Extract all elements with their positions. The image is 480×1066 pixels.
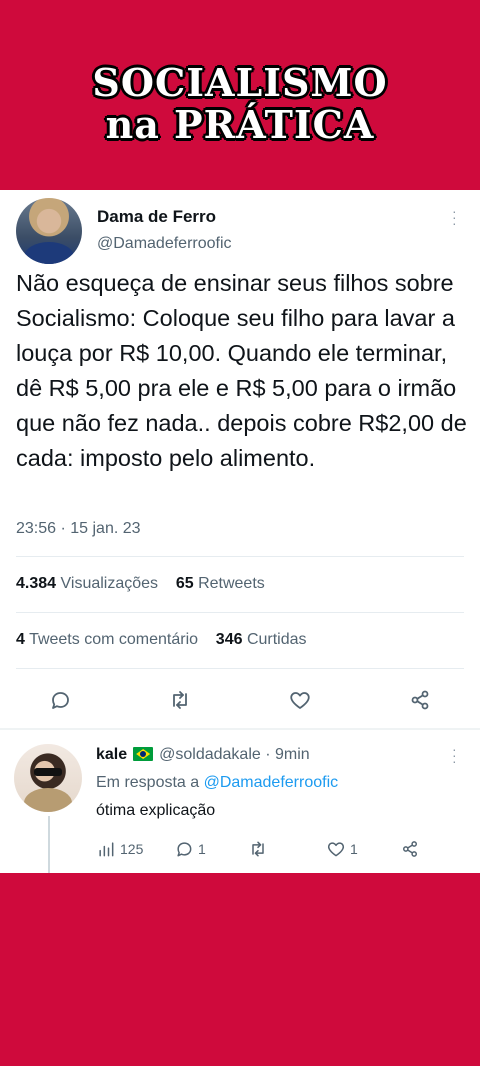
reply-text: ótima explicação (96, 802, 216, 819)
more-icon[interactable]: · · · (452, 204, 457, 230)
reply-more-icon[interactable]: · · · (452, 742, 457, 768)
stats-row-views-retweets: 4.384 Visualizações 65 Retweets (16, 575, 265, 593)
reply-icon (177, 842, 192, 857)
divider (16, 612, 464, 613)
reply-views-button[interactable]: 125 (96, 836, 143, 862)
author-handle[interactable]: @Damadeferroofic (97, 235, 232, 253)
divider (16, 556, 464, 557)
views-count: 4.384 (16, 575, 57, 592)
quotes-label[interactable]: Tweets com comentário (29, 631, 198, 648)
avatar[interactable] (16, 198, 82, 264)
reply-button[interactable] (40, 680, 80, 720)
like-icon (290, 692, 310, 709)
share-icon (411, 690, 429, 710)
tweet-card: Dama de Ferro @Damadeferroofic · · · Não e… (0, 190, 480, 873)
reply-time[interactable]: · 9min (265, 746, 309, 763)
reply-like-button[interactable]: 1 (326, 836, 358, 862)
reply-header: kale @soldadakale · 9min (96, 746, 310, 764)
reply-retweet-button[interactable] (248, 836, 268, 862)
views-icon (99, 842, 114, 857)
reply-author-name[interactable]: kale (96, 746, 127, 763)
likes-label[interactable]: Curtidas (247, 631, 307, 648)
reply-icon (52, 692, 69, 709)
like-button[interactable] (280, 680, 320, 720)
share-icon (403, 841, 417, 857)
stats-row-quotes-likes: 4 Tweets com comentário 346 Curtidas (16, 631, 307, 649)
in-reply-prefix: Em resposta a (96, 774, 200, 791)
retweets-count: 65 (175, 575, 194, 592)
retweet-button[interactable] (160, 680, 200, 720)
tweet-timestamp[interactable]: 23:56 · 15 jan. 23 (16, 520, 141, 538)
in-reply-to: Em resposta a @Damadeferroofic (96, 774, 338, 792)
reply-replies-count: 1 (198, 841, 206, 857)
thread-line (48, 816, 50, 873)
section-separator (0, 728, 480, 730)
likes-count: 346 (215, 631, 243, 648)
tweet-action-bar (0, 680, 480, 720)
reply-likes-count: 1 (350, 841, 358, 857)
quotes-count: 4 (16, 631, 25, 648)
retweets-label[interactable]: Retweets (198, 575, 265, 592)
reply-reply-button[interactable]: 1 (174, 836, 206, 862)
reply-views-count: 125 (120, 841, 144, 857)
reply-author-handle[interactable]: @soldadakale (159, 746, 261, 763)
reply-share-button[interactable] (400, 836, 420, 862)
banner-title-line-2: na PRÁTICA (105, 102, 375, 147)
views-label[interactable]: Visualizações (61, 575, 159, 592)
reply-avatar[interactable] (14, 744, 82, 812)
brazil-flag-icon (133, 747, 154, 761)
reply-action-bar: 125 1 1 (96, 836, 456, 862)
retweet-icon (173, 691, 187, 709)
in-reply-handle-link[interactable]: @Damadeferroofic (204, 774, 339, 791)
banner-title-line-1: SOCIALISMO (92, 60, 388, 105)
retweet-icon (252, 841, 264, 857)
title-banner: SOCIALISMO na PRÁTICA (0, 0, 480, 190)
share-button[interactable] (400, 680, 440, 720)
tweet-text: Não esqueça de ensinar seus filhos sobre… (16, 270, 467, 471)
like-icon (327, 842, 345, 857)
divider (16, 668, 464, 669)
author-name[interactable]: Dama de Ferro (97, 207, 216, 227)
